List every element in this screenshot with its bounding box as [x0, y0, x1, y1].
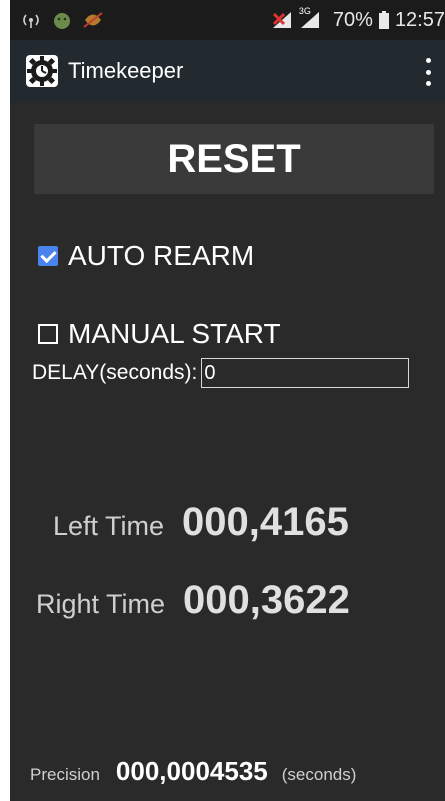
precision-unit: (seconds) [281, 765, 357, 784]
clock: 12:57 [394, 8, 445, 31]
manual-start-checkbox[interactable]: MANUAL START [38, 318, 281, 350]
auto-rearm-checkbox[interactable]: AUTO REARM [38, 240, 254, 272]
gear-logo-icon [26, 55, 58, 87]
left-time-row: Left Time 000,4165 [53, 500, 349, 545]
signal-radar-icon [20, 12, 42, 28]
manual-start-label: MANUAL START [68, 318, 281, 349]
overflow-menu-icon[interactable] [421, 58, 435, 86]
checkbox-checked-icon [38, 246, 58, 266]
android-robot-icon [52, 11, 72, 29]
sync-off-icon [82, 11, 104, 29]
signal-off-icon [271, 10, 293, 30]
network-type-label: 3G [298, 6, 311, 16]
signal-3g-icon: 3G [299, 6, 321, 30]
left-time-label: Left Time [53, 511, 165, 541]
battery-icon [378, 11, 389, 29]
right-time-row: Right Time 000,3622 [36, 578, 350, 623]
reset-button[interactable]: RESET [34, 124, 434, 194]
auto-rearm-label: AUTO REARM [68, 240, 255, 271]
delay-label: DELAY(seconds): [32, 361, 198, 384]
checkbox-unchecked-icon [38, 324, 58, 344]
right-time-label: Right Time [36, 589, 166, 619]
delay-row: DELAY(seconds): [32, 358, 410, 388]
right-time-value: 000,3622 [183, 578, 350, 622]
status-bar: 3G 70% 12:57 [10, 0, 445, 40]
precision-label: Precision [30, 765, 100, 784]
status-left-icons [20, 11, 104, 29]
phone-screen: 3G 70% 12:57 Timekeeper RESET AUTO REARM… [10, 0, 445, 801]
app-title: Timekeeper [68, 58, 184, 83]
app-bar: Timekeeper [10, 40, 445, 102]
precision-row: Precision 000,0004535 (seconds) [30, 756, 356, 787]
status-right-icons: 3G 70% 12:57 [271, 6, 445, 32]
battery-percent: 70% [332, 8, 373, 31]
precision-value: 000,0004535 [115, 756, 268, 786]
delay-input[interactable] [201, 358, 410, 388]
left-time-value: 000,4165 [182, 500, 349, 544]
